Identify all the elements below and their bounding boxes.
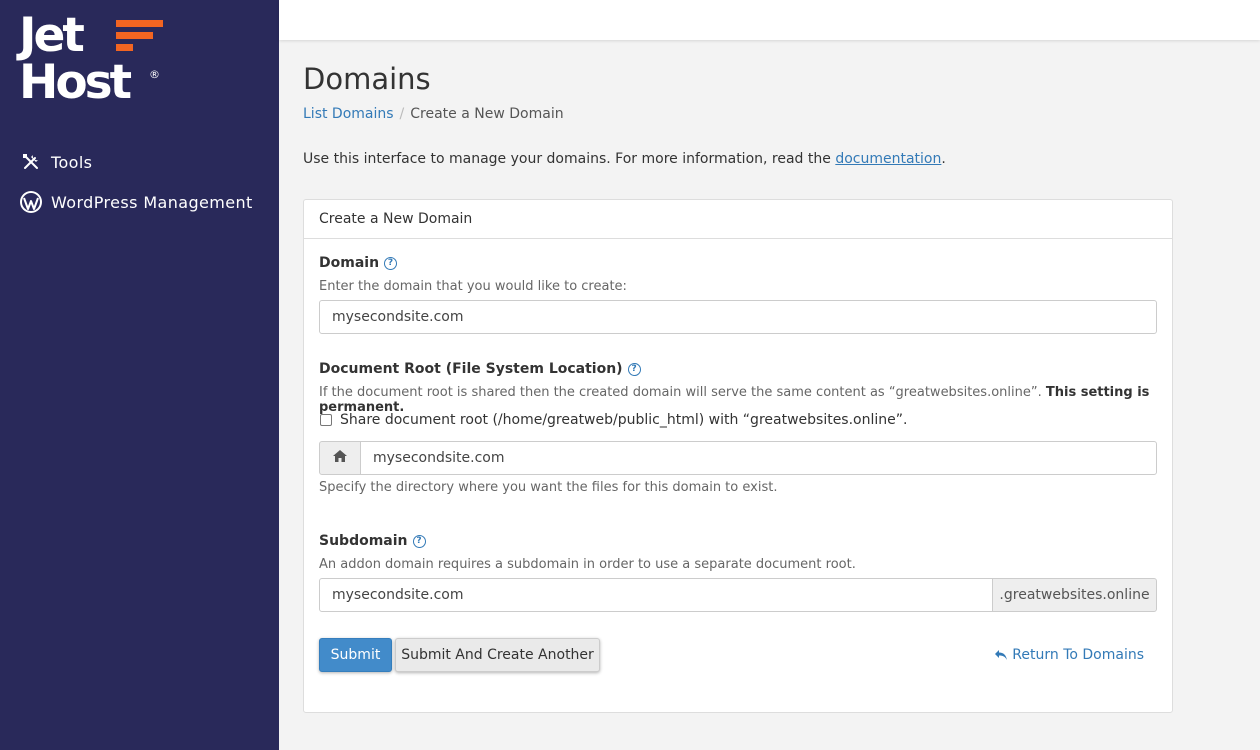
share-docroot-checkbox[interactable] bbox=[320, 414, 332, 426]
subdomain-suffix: .greatwebsites.online bbox=[992, 578, 1157, 612]
logo-stripe bbox=[116, 20, 163, 27]
domain-input[interactable]: mysecondsite.com bbox=[319, 300, 1157, 334]
document-root-help: Specify the directory where you want the… bbox=[319, 480, 778, 495]
breadcrumb-current: Create a New Domain bbox=[410, 106, 564, 122]
document-root-input[interactable]: mysecondsite.com bbox=[360, 441, 1157, 475]
reply-arrow-icon bbox=[994, 649, 1008, 661]
create-domain-panel: Create a New Domain Domain ? Enter the d… bbox=[303, 199, 1173, 713]
page-title: Domains bbox=[303, 62, 431, 96]
sidebar-item-wordpress-management[interactable]: WordPress Management bbox=[19, 190, 253, 214]
sidebar: Jet Host ® Tools WordPress Management bbox=[0, 0, 279, 750]
sidebar-item-label: WordPress Management bbox=[51, 192, 253, 212]
home-icon-addon bbox=[319, 441, 361, 475]
subdomain-input[interactable]: mysecondsite.com bbox=[319, 578, 994, 612]
intro-text-body: Use this interface to manage your domain… bbox=[303, 151, 836, 167]
documentation-link[interactable]: documentation bbox=[835, 151, 941, 167]
subdomain-label: Subdomain ? bbox=[319, 533, 426, 549]
logo-line2: Host bbox=[19, 55, 132, 110]
home-icon bbox=[332, 449, 348, 467]
top-bar bbox=[279, 0, 1260, 40]
subdomain-label-text: Subdomain bbox=[319, 533, 408, 549]
document-root-hint: If the document root is shared then the … bbox=[319, 385, 1172, 415]
domain-label: Domain ? bbox=[319, 255, 398, 271]
share-docroot-label: Share document root (/home/greatweb/publ… bbox=[340, 412, 908, 428]
document-root-hint-text: If the document root is shared then the … bbox=[319, 385, 1046, 400]
subdomain-hint: An addon domain requires a subdomain in … bbox=[319, 557, 856, 572]
share-docroot-checkbox-row[interactable]: Share document root (/home/greatweb/publ… bbox=[320, 412, 907, 428]
return-to-domains-link[interactable]: Return To Domains bbox=[994, 647, 1144, 663]
intro-text-end: . bbox=[941, 151, 946, 167]
document-root-label-text: Document Root (File System Location) bbox=[319, 361, 623, 377]
help-icon[interactable]: ? bbox=[412, 534, 426, 548]
document-root-label: Document Root (File System Location) ? bbox=[319, 361, 641, 377]
breadcrumb-list-domains[interactable]: List Domains bbox=[303, 106, 394, 122]
sidebar-item-label: Tools bbox=[51, 152, 93, 172]
tools-icon bbox=[19, 150, 43, 174]
breadcrumb-separator: / bbox=[399, 106, 405, 122]
submit-button[interactable]: Submit bbox=[319, 638, 392, 672]
wordpress-icon bbox=[19, 190, 43, 214]
domain-hint: Enter the domain that you would like to … bbox=[319, 279, 627, 294]
panel-title: Create a New Domain bbox=[304, 200, 1172, 239]
domain-label-text: Domain bbox=[319, 255, 380, 271]
logo-stripe bbox=[116, 44, 133, 51]
intro-text: Use this interface to manage your domain… bbox=[303, 151, 946, 167]
sidebar-item-tools[interactable]: Tools bbox=[19, 150, 92, 174]
breadcrumb: List Domains / Create a New Domain bbox=[303, 106, 564, 122]
jethost-logo[interactable]: Jet Host ® bbox=[19, 12, 169, 112]
registered-mark: ® bbox=[149, 68, 160, 81]
logo-line1: Jet bbox=[19, 8, 85, 63]
help-icon[interactable]: ? bbox=[384, 256, 398, 270]
return-to-domains-label: Return To Domains bbox=[1012, 647, 1144, 663]
logo-stripe bbox=[116, 32, 153, 39]
submit-and-create-another-button[interactable]: Submit And Create Another bbox=[395, 638, 600, 672]
help-icon[interactable]: ? bbox=[627, 362, 641, 376]
